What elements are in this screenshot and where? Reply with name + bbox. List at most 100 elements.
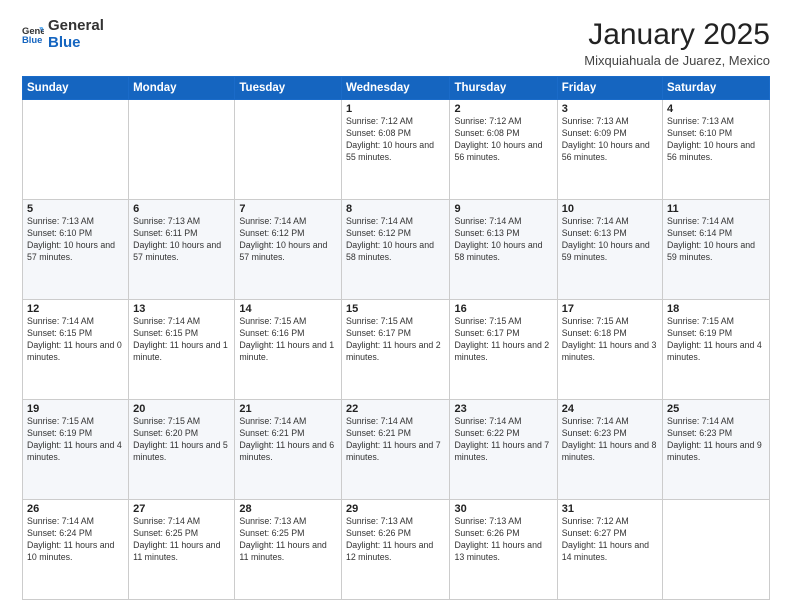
col-friday: Friday — [557, 77, 662, 100]
day-info: Sunrise: 7:15 AM Sunset: 6:19 PM Dayligh… — [27, 416, 124, 464]
day-number: 3 — [562, 103, 658, 115]
day-info: Sunrise: 7:14 AM Sunset: 6:15 PM Dayligh… — [27, 316, 124, 364]
day-number: 23 — [454, 403, 552, 415]
day-number: 14 — [239, 303, 337, 315]
day-cell: 16Sunrise: 7:15 AM Sunset: 6:17 PM Dayli… — [450, 300, 557, 400]
day-info: Sunrise: 7:14 AM Sunset: 6:23 PM Dayligh… — [667, 416, 765, 464]
week-row-5: 26Sunrise: 7:14 AM Sunset: 6:24 PM Dayli… — [23, 500, 770, 600]
day-info: Sunrise: 7:14 AM Sunset: 6:13 PM Dayligh… — [454, 216, 552, 264]
day-number: 29 — [346, 503, 446, 515]
logo: General Blue General Blue — [22, 18, 104, 51]
day-cell: 29Sunrise: 7:13 AM Sunset: 6:26 PM Dayli… — [341, 500, 450, 600]
day-number: 28 — [239, 503, 337, 515]
col-sunday: Sunday — [23, 77, 129, 100]
day-info: Sunrise: 7:15 AM Sunset: 6:18 PM Dayligh… — [562, 316, 658, 364]
day-info: Sunrise: 7:14 AM Sunset: 6:13 PM Dayligh… — [562, 216, 658, 264]
day-cell: 4Sunrise: 7:13 AM Sunset: 6:10 PM Daylig… — [663, 100, 770, 200]
day-number: 27 — [133, 503, 230, 515]
logo-icon: General Blue — [22, 24, 44, 46]
day-info: Sunrise: 7:15 AM Sunset: 6:17 PM Dayligh… — [346, 316, 446, 364]
day-number: 26 — [27, 503, 124, 515]
day-cell: 21Sunrise: 7:14 AM Sunset: 6:21 PM Dayli… — [235, 400, 342, 500]
day-number: 22 — [346, 403, 446, 415]
header-row: Sunday Monday Tuesday Wednesday Thursday… — [23, 77, 770, 100]
day-info: Sunrise: 7:15 AM Sunset: 6:16 PM Dayligh… — [239, 316, 337, 364]
day-info: Sunrise: 7:15 AM Sunset: 6:17 PM Dayligh… — [454, 316, 552, 364]
day-cell: 14Sunrise: 7:15 AM Sunset: 6:16 PM Dayli… — [235, 300, 342, 400]
day-info: Sunrise: 7:14 AM Sunset: 6:23 PM Dayligh… — [562, 416, 658, 464]
day-info: Sunrise: 7:14 AM Sunset: 6:15 PM Dayligh… — [133, 316, 230, 364]
svg-text:Blue: Blue — [22, 33, 42, 44]
day-cell: 6Sunrise: 7:13 AM Sunset: 6:11 PM Daylig… — [129, 200, 235, 300]
col-saturday: Saturday — [663, 77, 770, 100]
day-cell: 24Sunrise: 7:14 AM Sunset: 6:23 PM Dayli… — [557, 400, 662, 500]
day-cell: 10Sunrise: 7:14 AM Sunset: 6:13 PM Dayli… — [557, 200, 662, 300]
day-info: Sunrise: 7:14 AM Sunset: 6:12 PM Dayligh… — [239, 216, 337, 264]
col-monday: Monday — [129, 77, 235, 100]
day-cell: 28Sunrise: 7:13 AM Sunset: 6:25 PM Dayli… — [235, 500, 342, 600]
day-info: Sunrise: 7:15 AM Sunset: 6:19 PM Dayligh… — [667, 316, 765, 364]
day-cell: 18Sunrise: 7:15 AM Sunset: 6:19 PM Dayli… — [663, 300, 770, 400]
day-cell: 2Sunrise: 7:12 AM Sunset: 6:08 PM Daylig… — [450, 100, 557, 200]
day-number: 8 — [346, 203, 446, 215]
logo-general: General — [48, 18, 104, 35]
day-cell: 15Sunrise: 7:15 AM Sunset: 6:17 PM Dayli… — [341, 300, 450, 400]
day-number: 4 — [667, 103, 765, 115]
week-row-4: 19Sunrise: 7:15 AM Sunset: 6:19 PM Dayli… — [23, 400, 770, 500]
day-info: Sunrise: 7:12 AM Sunset: 6:27 PM Dayligh… — [562, 516, 658, 564]
day-number: 24 — [562, 403, 658, 415]
calendar-title: January 2025 — [584, 18, 770, 51]
day-cell: 5Sunrise: 7:13 AM Sunset: 6:10 PM Daylig… — [23, 200, 129, 300]
day-info: Sunrise: 7:13 AM Sunset: 6:26 PM Dayligh… — [346, 516, 446, 564]
day-info: Sunrise: 7:14 AM Sunset: 6:21 PM Dayligh… — [346, 416, 446, 464]
day-info: Sunrise: 7:13 AM Sunset: 6:09 PM Dayligh… — [562, 116, 658, 164]
day-info: Sunrise: 7:14 AM Sunset: 6:22 PM Dayligh… — [454, 416, 552, 464]
day-number: 5 — [27, 203, 124, 215]
day-cell: 7Sunrise: 7:14 AM Sunset: 6:12 PM Daylig… — [235, 200, 342, 300]
day-info: Sunrise: 7:12 AM Sunset: 6:08 PM Dayligh… — [346, 116, 446, 164]
day-number: 19 — [27, 403, 124, 415]
day-info: Sunrise: 7:13 AM Sunset: 6:26 PM Dayligh… — [454, 516, 552, 564]
day-cell: 23Sunrise: 7:14 AM Sunset: 6:22 PM Dayli… — [450, 400, 557, 500]
day-cell: 19Sunrise: 7:15 AM Sunset: 6:19 PM Dayli… — [23, 400, 129, 500]
header: General Blue General Blue January 2025 M… — [22, 18, 770, 68]
day-cell: 20Sunrise: 7:15 AM Sunset: 6:20 PM Dayli… — [129, 400, 235, 500]
day-cell — [23, 100, 129, 200]
day-cell: 27Sunrise: 7:14 AM Sunset: 6:25 PM Dayli… — [129, 500, 235, 600]
day-info: Sunrise: 7:14 AM Sunset: 6:14 PM Dayligh… — [667, 216, 765, 264]
col-wednesday: Wednesday — [341, 77, 450, 100]
week-row-2: 5Sunrise: 7:13 AM Sunset: 6:10 PM Daylig… — [23, 200, 770, 300]
day-info: Sunrise: 7:12 AM Sunset: 6:08 PM Dayligh… — [454, 116, 552, 164]
day-number: 10 — [562, 203, 658, 215]
day-number: 2 — [454, 103, 552, 115]
day-cell: 8Sunrise: 7:14 AM Sunset: 6:12 PM Daylig… — [341, 200, 450, 300]
day-number: 15 — [346, 303, 446, 315]
day-cell — [129, 100, 235, 200]
day-number: 1 — [346, 103, 446, 115]
day-info: Sunrise: 7:14 AM Sunset: 6:25 PM Dayligh… — [133, 516, 230, 564]
col-thursday: Thursday — [450, 77, 557, 100]
day-cell: 30Sunrise: 7:13 AM Sunset: 6:26 PM Dayli… — [450, 500, 557, 600]
day-cell: 26Sunrise: 7:14 AM Sunset: 6:24 PM Dayli… — [23, 500, 129, 600]
calendar-subtitle: Mixquiahuala de Juarez, Mexico — [584, 53, 770, 68]
day-number: 11 — [667, 203, 765, 215]
day-cell: 3Sunrise: 7:13 AM Sunset: 6:09 PM Daylig… — [557, 100, 662, 200]
day-cell: 1Sunrise: 7:12 AM Sunset: 6:08 PM Daylig… — [341, 100, 450, 200]
day-number: 9 — [454, 203, 552, 215]
day-number: 12 — [27, 303, 124, 315]
day-number: 16 — [454, 303, 552, 315]
day-cell: 17Sunrise: 7:15 AM Sunset: 6:18 PM Dayli… — [557, 300, 662, 400]
title-block: January 2025 Mixquiahuala de Juarez, Mex… — [584, 18, 770, 68]
page: General Blue General Blue January 2025 M… — [0, 0, 792, 612]
day-number: 17 — [562, 303, 658, 315]
day-number: 31 — [562, 503, 658, 515]
logo-blue: Blue — [48, 35, 104, 52]
day-number: 20 — [133, 403, 230, 415]
day-number: 25 — [667, 403, 765, 415]
day-number: 21 — [239, 403, 337, 415]
day-cell: 11Sunrise: 7:14 AM Sunset: 6:14 PM Dayli… — [663, 200, 770, 300]
day-cell: 22Sunrise: 7:14 AM Sunset: 6:21 PM Dayli… — [341, 400, 450, 500]
day-info: Sunrise: 7:15 AM Sunset: 6:20 PM Dayligh… — [133, 416, 230, 464]
day-info: Sunrise: 7:13 AM Sunset: 6:10 PM Dayligh… — [27, 216, 124, 264]
day-number: 7 — [239, 203, 337, 215]
